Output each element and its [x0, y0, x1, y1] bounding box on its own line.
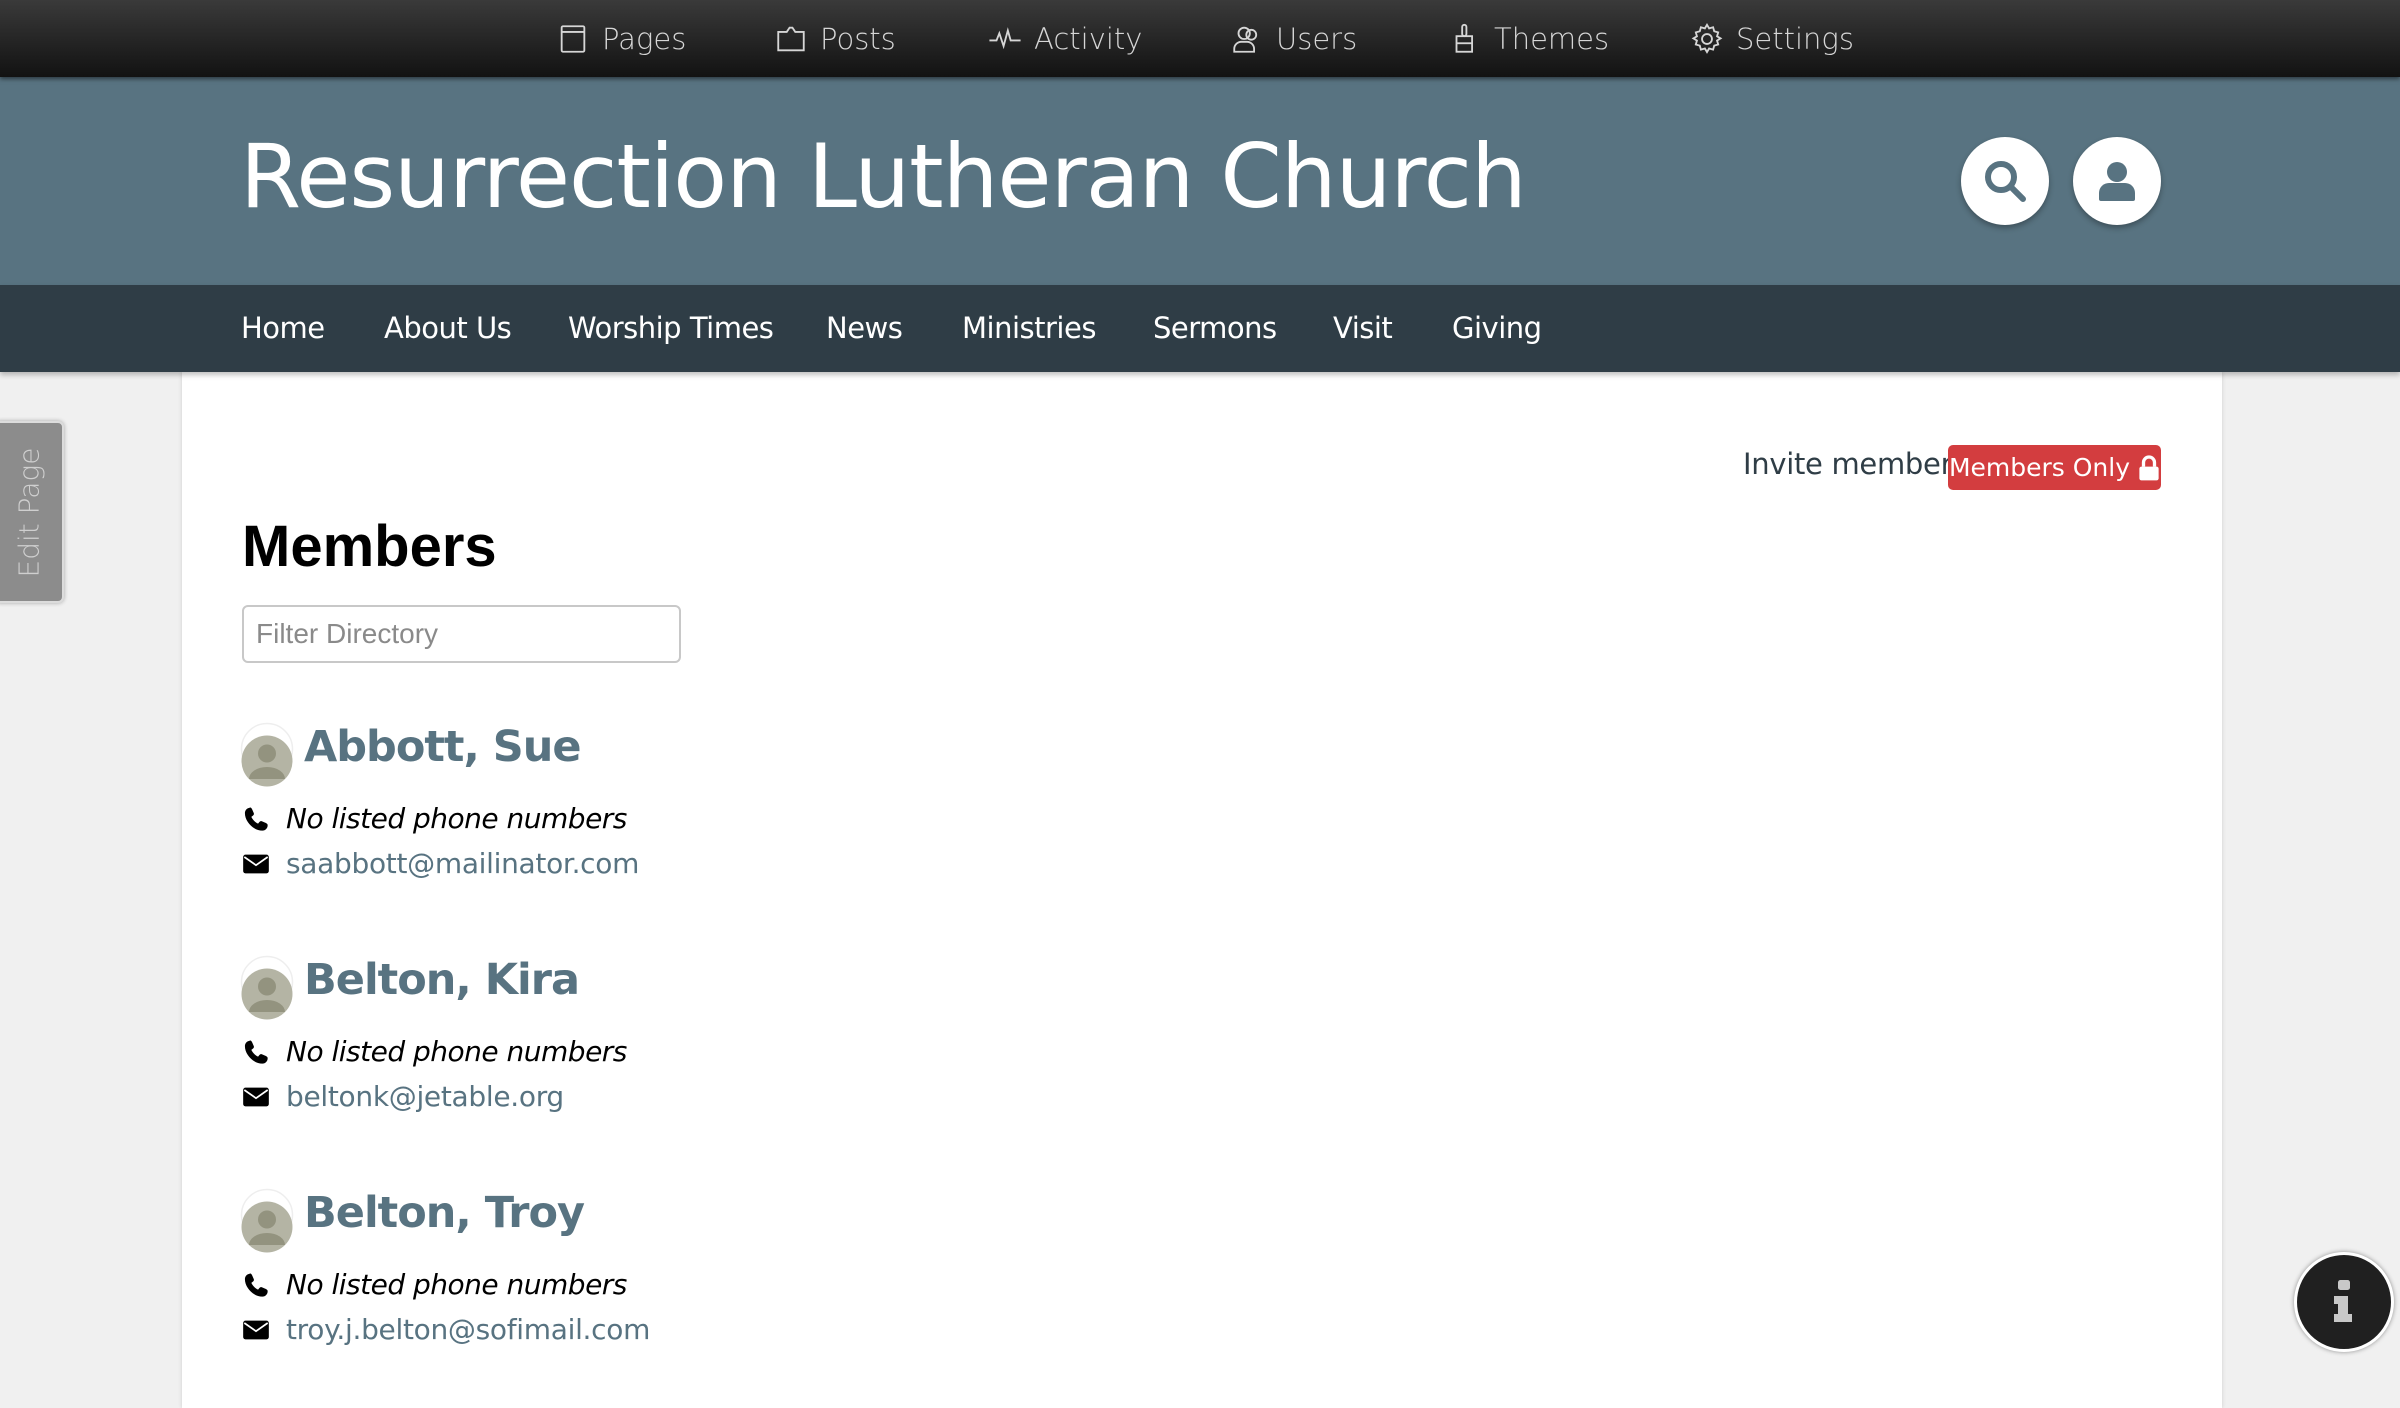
member-email-link[interactable]: saabbott@mailinator.com — [286, 847, 639, 880]
admin-item-label: Posts — [820, 21, 896, 56]
folder-icon — [777, 26, 805, 51]
phone-text: No listed phone numbers — [286, 1268, 627, 1301]
member-email-link[interactable]: troy.j.belton@sofimail.com — [286, 1313, 650, 1346]
nav-about-us[interactable]: About Us — [384, 285, 512, 372]
nav-home[interactable]: Home — [241, 285, 325, 372]
admin-item-settings[interactable]: Settings — [1690, 0, 1854, 77]
gear-icon — [1691, 22, 1723, 54]
admin-item-pages[interactable]: Pages — [556, 0, 686, 77]
member-name[interactable]: Abbott, Sue — [304, 722, 582, 772]
admin-item-users[interactable]: Users — [1230, 0, 1357, 77]
avatar-icon — [240, 722, 294, 787]
phone-text: No listed phone numbers — [286, 1035, 627, 1068]
phone-icon — [244, 806, 268, 831]
envelope-icon — [243, 1087, 269, 1106]
search-button[interactable] — [1961, 137, 2049, 225]
admin-item-label: Settings — [1736, 21, 1854, 56]
avatar-icon — [240, 1188, 294, 1253]
member-entry: Belton, Kira No listed phone numbers bel… — [240, 955, 1040, 1155]
lock-icon — [2139, 454, 2159, 480]
site-header: Resurrection Lutheran Church — [0, 77, 2400, 285]
info-icon — [2334, 1280, 2352, 1322]
admin-item-label: Themes — [1494, 21, 1610, 56]
member-email-link[interactable]: beltonk@jetable.org — [286, 1080, 564, 1113]
search-icon — [1985, 161, 2026, 202]
nav-ministries[interactable]: Ministries — [962, 285, 1096, 372]
phone-row: No listed phone numbers — [242, 1268, 627, 1301]
main-navigation: Home About Us Worship Times News Ministr… — [0, 285, 2400, 372]
page-title: Members — [242, 514, 497, 579]
brush-icon — [1455, 23, 1474, 53]
nav-visit[interactable]: Visit — [1333, 285, 1393, 372]
email-row: beltonk@jetable.org — [242, 1080, 564, 1113]
admin-item-label: Activity — [1034, 21, 1143, 56]
admin-toolbar: Pages Posts Activity Users Themes Settin… — [0, 0, 2400, 77]
users-icon — [1233, 26, 1258, 53]
info-button[interactable] — [2294, 1252, 2394, 1352]
pulse-icon — [989, 26, 1021, 49]
avatar-icon — [240, 955, 294, 1020]
admin-item-activity[interactable]: Activity — [988, 0, 1142, 77]
edit-page-tab[interactable]: Edit Page — [0, 421, 64, 603]
phone-text: No listed phone numbers — [286, 802, 627, 835]
email-row: troy.j.belton@sofimail.com — [242, 1313, 650, 1346]
members-only-badge: Members Only — [1948, 445, 2161, 490]
admin-item-themes[interactable]: Themes — [1448, 0, 1609, 77]
user-icon — [2099, 162, 2135, 201]
page-icon — [560, 24, 586, 53]
admin-item-label: Users — [1276, 21, 1358, 56]
member-name[interactable]: Belton, Kira — [304, 955, 580, 1005]
badge-label: Members Only — [1948, 453, 2131, 482]
filter-directory-input[interactable] — [242, 605, 681, 663]
phone-row: No listed phone numbers — [242, 802, 627, 835]
member-entry: Belton, Troy No listed phone numbers tro… — [240, 1188, 1040, 1388]
nav-worship-times[interactable]: Worship Times — [568, 285, 774, 372]
member-entry: Abbott, Sue No listed phone numbers saab… — [240, 722, 1040, 922]
nav-sermons[interactable]: Sermons — [1153, 285, 1277, 372]
phone-icon — [244, 1039, 268, 1064]
nav-news[interactable]: News — [826, 285, 903, 372]
content-panel: Invite members Members Only Members Abbo… — [182, 372, 2222, 1408]
phone-row: No listed phone numbers — [242, 1035, 627, 1068]
invite-members-link[interactable]: Invite members — [1743, 447, 1967, 481]
site-title[interactable]: Resurrection Lutheran Church — [240, 125, 1527, 228]
member-name[interactable]: Belton, Troy — [304, 1188, 585, 1238]
admin-item-label: Pages — [602, 21, 687, 56]
account-button[interactable] — [2073, 137, 2161, 225]
email-row: saabbott@mailinator.com — [242, 847, 639, 880]
admin-item-posts[interactable]: Posts — [774, 0, 896, 77]
edit-page-label: Edit Page — [12, 447, 46, 577]
envelope-icon — [243, 1320, 269, 1339]
envelope-icon — [243, 854, 269, 873]
phone-icon — [244, 1272, 268, 1297]
nav-giving[interactable]: Giving — [1452, 285, 1542, 372]
